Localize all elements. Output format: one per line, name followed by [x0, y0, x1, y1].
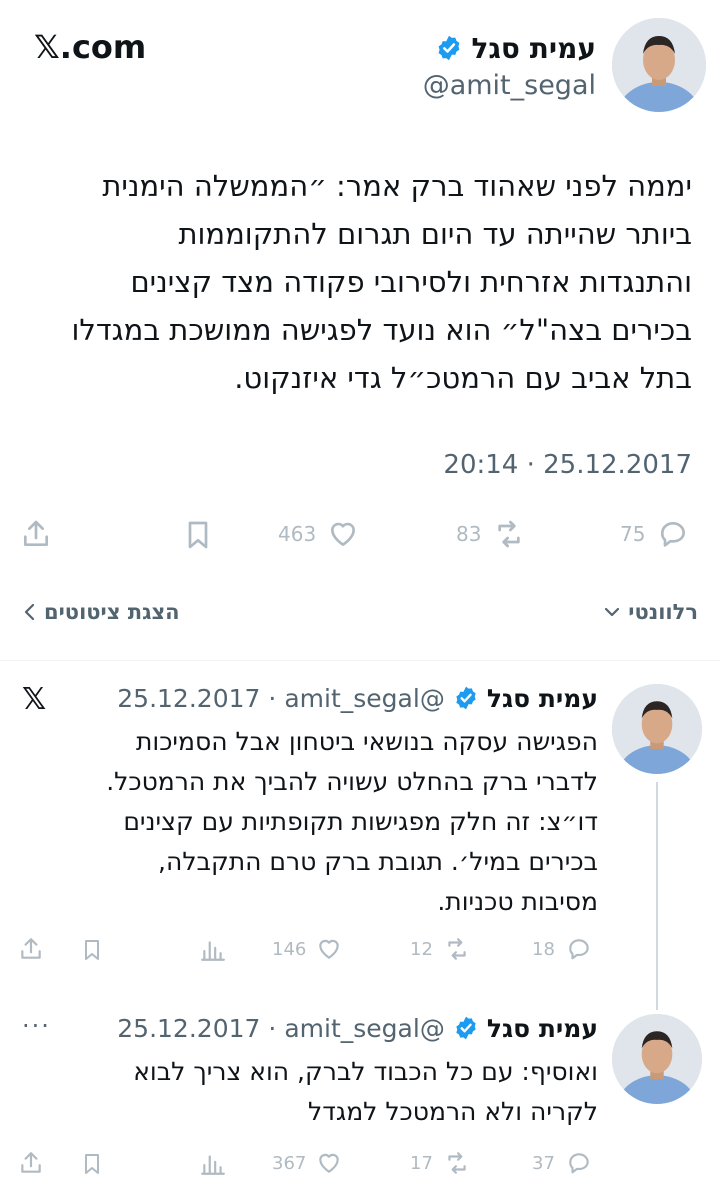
tweet-line: ביותר שהייתה עד היום תגרום להתקוממות: [178, 217, 692, 251]
show-quotes-link[interactable]: הצגת ציטוטים: [22, 600, 180, 624]
tweet-line: בכירים במיל׳. תגובת ברק טרם התקבלה,: [158, 847, 598, 876]
chevron-down-icon: [605, 607, 620, 617]
reply-date[interactable]: 25.12.2017: [117, 1014, 260, 1043]
thread-connector: [656, 782, 658, 1010]
heart-icon: [319, 939, 340, 959]
retweet-count: 17: [410, 1152, 433, 1174]
sort-relevance-label: רלוונטי: [628, 600, 698, 624]
verified-badge-icon: [456, 1016, 476, 1040]
sort-relevance-dropdown[interactable]: רלוונטי: [602, 600, 698, 624]
bookmark-icon: [85, 940, 99, 960]
main-tweet-text: יממה לפני שאהוד ברק אמר: ״הממשלה הימנית …: [22, 162, 692, 402]
share-icon: [21, 938, 41, 959]
views-button[interactable]: [200, 1150, 226, 1178]
retweet-button[interactable]: 83: [456, 518, 527, 550]
tweet-line: והתנגדות אזרחית ולסירובי פקודה מצד קציני…: [130, 265, 692, 299]
reply-avatar[interactable]: [612, 684, 702, 774]
retweet-icon: [448, 938, 466, 960]
reply-header: עמית סגל @amit_segal · 25.12.2017: [117, 678, 598, 718]
heart-icon: [319, 1153, 340, 1173]
reply-handle[interactable]: @amit_segal: [284, 684, 444, 713]
tweet-line: מסיבות טכניות.: [437, 887, 598, 916]
reply-icon: [661, 522, 686, 547]
separator-dot: ·: [268, 1013, 277, 1043]
bookmark-button[interactable]: [80, 1150, 104, 1178]
reply-avatar[interactable]: [612, 1014, 702, 1104]
tweet-line: לדברי ברק בהחלט עשויה להביך את הרמטכל.: [106, 767, 598, 796]
reply-display-name[interactable]: עמית סגל: [487, 1014, 598, 1043]
share-icon: [21, 1152, 41, 1173]
retweet-button[interactable]: 17: [410, 1150, 471, 1176]
author-handle[interactable]: @amit_segal: [423, 70, 596, 101]
reply-button[interactable]: 18: [532, 936, 593, 962]
verified-badge-icon: [439, 35, 460, 61]
share-icon: [24, 520, 48, 546]
author-name-row: עמית סגל: [435, 28, 596, 68]
reply-text: ואוסיף: עם כל הכבוד לברק, הוא צריך לבוא …: [18, 1052, 598, 1132]
tweet-line: בתל אביב עם הרמטכ״ל גדי איזנקוט.: [234, 361, 692, 395]
retweet-icon: [498, 520, 521, 548]
bookmark-icon: [85, 1154, 99, 1174]
reply-text: הפגישה עסקה בנושאי ביטחון אבל הסמיכות לד…: [18, 722, 598, 922]
more-options-icon[interactable]: ···: [22, 1012, 51, 1040]
tweet-line: יממה לפני שאהוד ברק אמר: ״הממשלה הימנית: [102, 169, 692, 203]
reply-button[interactable]: 37: [532, 1150, 593, 1176]
views-chart-icon: [201, 941, 225, 961]
heart-icon: [331, 522, 356, 546]
like-button[interactable]: 146: [272, 936, 342, 962]
reply-count: 75: [620, 522, 646, 546]
tweet-timestamp[interactable]: 20:14 · 25.12.2017: [443, 450, 692, 480]
views-button[interactable]: [200, 936, 226, 964]
reply-count: 37: [532, 1152, 555, 1174]
retweet-count: 12: [410, 938, 433, 960]
tweet-line: לקריה ולא הרמטכל למגדל: [308, 1097, 598, 1126]
tweet-line: הפגישה עסקה בנושאי ביטחון אבל הסמיכות: [135, 727, 598, 756]
separator-dot: ·: [268, 683, 277, 713]
reply-count: 18: [532, 938, 555, 960]
like-count: 463: [278, 522, 317, 546]
share-button[interactable]: [18, 936, 44, 962]
reply-display-name[interactable]: עמית סגל: [487, 684, 598, 713]
retweet-icon: [448, 1152, 466, 1174]
tweet-line: ואוסיף: עם כל הכבוד לברק, הוא צריך לבוא: [133, 1057, 598, 1086]
retweet-button[interactable]: 12: [410, 936, 471, 962]
bookmark-icon: [188, 521, 208, 549]
section-divider: [0, 660, 720, 661]
tweet-line: בכירים בצה"ל״ הוא נועד לפגישה ממושכת במג…: [71, 313, 692, 347]
x-logo-text: 𝕏.com: [34, 28, 147, 66]
retweet-count: 83: [456, 522, 482, 546]
reply-header: עמית סגל @amit_segal · 25.12.2017: [117, 1008, 598, 1048]
reply-button[interactable]: 75: [620, 518, 691, 550]
author-avatar[interactable]: [612, 18, 706, 112]
like-button[interactable]: 463: [278, 518, 360, 550]
views-chart-icon: [201, 1155, 225, 1175]
tweet-line: דו״צ: זה חלק מפגישות תקופתיות עם קצינים: [123, 807, 598, 836]
like-button[interactable]: 367: [272, 1150, 342, 1176]
like-count: 146: [272, 938, 307, 960]
bookmark-button[interactable]: [80, 936, 104, 964]
reply-icon: [569, 939, 589, 960]
reply-handle[interactable]: @amit_segal: [284, 1014, 444, 1043]
reply-date[interactable]: 25.12.2017: [117, 684, 260, 713]
bookmark-button[interactable]: [182, 518, 214, 552]
verified-badge-icon: [456, 686, 476, 710]
chevron-left-icon: [24, 603, 35, 621]
author-display-name[interactable]: עמית סגל: [471, 32, 596, 65]
like-count: 367: [272, 1152, 307, 1174]
share-button[interactable]: [18, 1150, 44, 1176]
share-button[interactable]: [20, 518, 52, 550]
show-quotes-label: הצגת ציטוטים: [44, 600, 180, 624]
reply-icon: [569, 1153, 589, 1174]
x-logo-icon: 𝕏: [22, 682, 47, 717]
